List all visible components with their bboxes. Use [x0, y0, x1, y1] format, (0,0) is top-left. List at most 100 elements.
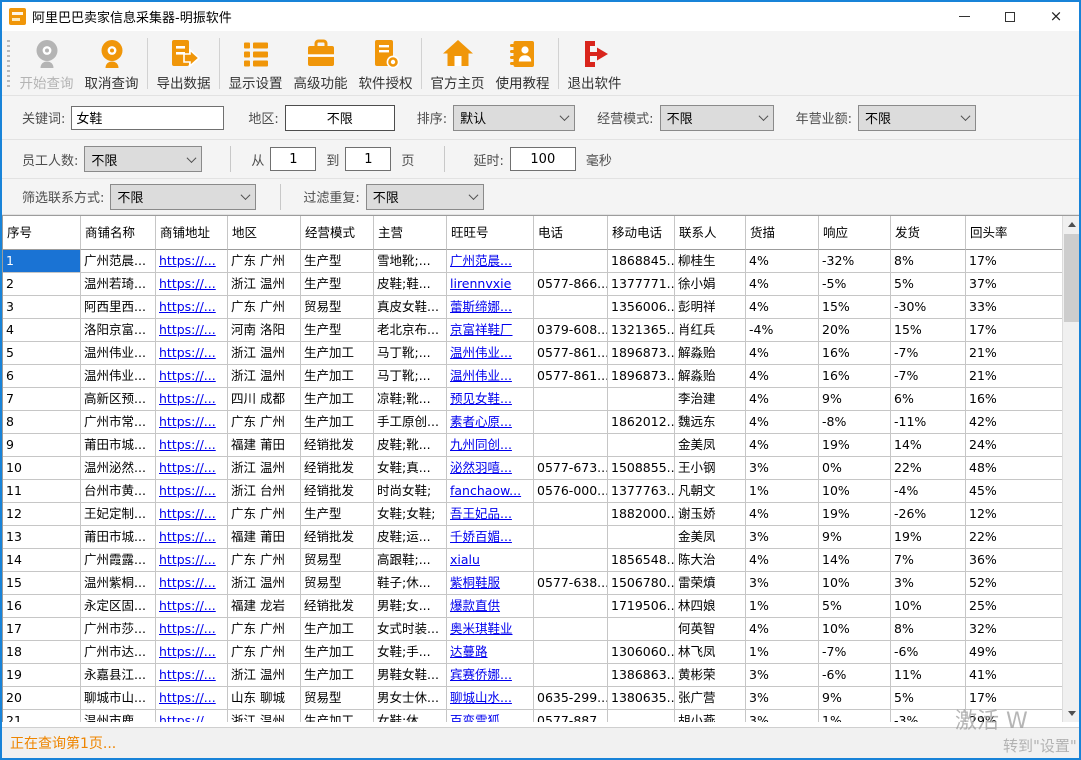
- cell-mobile[interactable]: 1882000...: [608, 503, 675, 526]
- cell-mobile[interactable]: 1896873...: [608, 365, 675, 388]
- cell-delivery[interactable]: 19%: [891, 526, 966, 549]
- cell-business_mode[interactable]: 生产加工: [301, 342, 374, 365]
- cell-region[interactable]: 福建 龙岩: [228, 595, 301, 618]
- cell-mobile[interactable]: 1506780...: [608, 572, 675, 595]
- cell-index[interactable]: 15: [3, 572, 81, 595]
- cell-shop_url[interactable]: https://...: [156, 250, 228, 273]
- cell-delivery[interactable]: 6%: [891, 388, 966, 411]
- cell-shop_name[interactable]: 洛阳京富...: [81, 319, 156, 342]
- cell-phone[interactable]: [534, 250, 608, 273]
- cell-contact[interactable]: 胡小燕: [675, 710, 746, 722]
- cell-response[interactable]: -8%: [819, 411, 891, 434]
- column-header-repeat_rate[interactable]: 回头率: [966, 216, 1063, 250]
- column-header-mobile[interactable]: 移动电话: [608, 216, 675, 250]
- cell-contact[interactable]: 林飞凤: [675, 641, 746, 664]
- cell-delivery[interactable]: -7%: [891, 342, 966, 365]
- cell-repeat_rate[interactable]: 41%: [966, 664, 1063, 687]
- cell-wangwang[interactable]: 泌然羽嘻...: [447, 457, 534, 480]
- cell-desc_score[interactable]: 3%: [746, 457, 819, 480]
- cell-contact[interactable]: 金美凤: [675, 434, 746, 457]
- cell-main_products[interactable]: 女鞋;手...: [374, 641, 447, 664]
- cell-phone[interactable]: [534, 641, 608, 664]
- cell-shop_name[interactable]: 温州伟业...: [81, 365, 156, 388]
- cell-region[interactable]: 广东 广州: [228, 411, 301, 434]
- cell-shop_url[interactable]: https://...: [156, 388, 228, 411]
- tutorial-button[interactable]: 使用教程: [490, 34, 555, 93]
- table-row[interactable]: 19永嘉县江...https://...浙江 温州生产加工男鞋女鞋...宾赛侨娜…: [3, 664, 1062, 687]
- cell-index[interactable]: 17: [3, 618, 81, 641]
- cell-business_mode[interactable]: 生产加工: [301, 618, 374, 641]
- column-header-shop_name[interactable]: 商铺名称: [81, 216, 156, 250]
- cell-mobile[interactable]: [608, 710, 675, 722]
- maximize-button[interactable]: [987, 2, 1033, 31]
- column-header-wangwang[interactable]: 旺旺号: [447, 216, 534, 250]
- cell-index[interactable]: 9: [3, 434, 81, 457]
- cell-index[interactable]: 1: [3, 250, 81, 273]
- cell-main_products[interactable]: 女式时装...: [374, 618, 447, 641]
- cell-response[interactable]: 0%: [819, 457, 891, 480]
- cell-shop_name[interactable]: 聊城市山...: [81, 687, 156, 710]
- cell-region[interactable]: 山东 聊城: [228, 687, 301, 710]
- cell-wangwang[interactable]: 宾赛侨娜...: [447, 664, 534, 687]
- cell-phone[interactable]: [534, 664, 608, 687]
- cell-main_products[interactable]: 老北京布...: [374, 319, 447, 342]
- cell-contact[interactable]: 金美凤: [675, 526, 746, 549]
- cell-region[interactable]: 广东 广州: [228, 250, 301, 273]
- cell-main_products[interactable]: 男鞋;女...: [374, 595, 447, 618]
- cell-delivery[interactable]: 7%: [891, 549, 966, 572]
- cell-response[interactable]: 16%: [819, 365, 891, 388]
- cell-repeat_rate[interactable]: 17%: [966, 687, 1063, 710]
- cell-response[interactable]: 20%: [819, 319, 891, 342]
- cell-response[interactable]: 14%: [819, 549, 891, 572]
- cell-wangwang[interactable]: 紫桐鞋服: [447, 572, 534, 595]
- cell-region[interactable]: 浙江 温州: [228, 572, 301, 595]
- employees-select[interactable]: 不限: [84, 146, 202, 172]
- cell-contact[interactable]: 王小钢: [675, 457, 746, 480]
- cell-shop_name[interactable]: 阿西里西...: [81, 296, 156, 319]
- cell-response[interactable]: 9%: [819, 687, 891, 710]
- region-button[interactable]: 不限: [285, 105, 395, 131]
- cell-shop_name[interactable]: 永嘉县江...: [81, 664, 156, 687]
- cell-response[interactable]: -5%: [819, 273, 891, 296]
- cell-shop_url[interactable]: https://...: [156, 710, 228, 722]
- cell-main_products[interactable]: 女鞋;真...: [374, 457, 447, 480]
- cell-repeat_rate[interactable]: 32%: [966, 618, 1063, 641]
- table-row[interactable]: 3阿西里西...https://...广东 广州贸易型真皮女鞋...蕾斯缔娜..…: [3, 296, 1062, 319]
- column-header-index[interactable]: 序号: [3, 216, 81, 250]
- cell-delivery[interactable]: 5%: [891, 687, 966, 710]
- cell-index[interactable]: 18: [3, 641, 81, 664]
- cell-delivery[interactable]: -30%: [891, 296, 966, 319]
- cell-response[interactable]: 5%: [819, 595, 891, 618]
- cell-delivery[interactable]: -4%: [891, 480, 966, 503]
- table-row[interactable]: 5温州伟业...https://...浙江 温州生产加工马丁靴;...温州伟业.…: [3, 342, 1062, 365]
- cell-response[interactable]: 15%: [819, 296, 891, 319]
- cell-shop_name[interactable]: 广州霞露...: [81, 549, 156, 572]
- cell-phone[interactable]: 0577-866...: [534, 273, 608, 296]
- cell-contact[interactable]: 解淼贻: [675, 342, 746, 365]
- to-page-input[interactable]: [345, 147, 391, 171]
- table-row[interactable]: 10温州泌然...https://...浙江 温州经销批发女鞋;真...泌然羽嘻…: [3, 457, 1062, 480]
- cell-business_mode[interactable]: 贸易型: [301, 572, 374, 595]
- column-header-main_products[interactable]: 主营: [374, 216, 447, 250]
- cell-desc_score[interactable]: 4%: [746, 434, 819, 457]
- cell-business_mode[interactable]: 生产型: [301, 503, 374, 526]
- cell-shop_url[interactable]: https://...: [156, 319, 228, 342]
- display-settings-button[interactable]: 显示设置: [223, 34, 288, 93]
- cell-main_products[interactable]: 高跟鞋;...: [374, 549, 447, 572]
- delay-input[interactable]: [510, 147, 576, 171]
- table-row[interactable]: 8广州市常...https://...广东 广州生产加工手工原创...素者心原.…: [3, 411, 1062, 434]
- cell-shop_name[interactable]: 温州伟业...: [81, 342, 156, 365]
- cell-index[interactable]: 4: [3, 319, 81, 342]
- cell-desc_score[interactable]: 4%: [746, 365, 819, 388]
- table-row[interactable]: 11台州市黄...https://...浙江 台州经销批发时尚女鞋;fancha…: [3, 480, 1062, 503]
- cell-phone[interactable]: 0635-299...: [534, 687, 608, 710]
- cell-contact[interactable]: 雷荣燌: [675, 572, 746, 595]
- cell-repeat_rate[interactable]: 37%: [966, 273, 1063, 296]
- cell-region[interactable]: 浙江 温州: [228, 342, 301, 365]
- cell-index[interactable]: 19: [3, 664, 81, 687]
- minimize-button[interactable]: [941, 2, 987, 31]
- cell-phone[interactable]: [534, 595, 608, 618]
- cell-index[interactable]: 8: [3, 411, 81, 434]
- cell-shop_url[interactable]: https://...: [156, 480, 228, 503]
- cell-repeat_rate[interactable]: 16%: [966, 388, 1063, 411]
